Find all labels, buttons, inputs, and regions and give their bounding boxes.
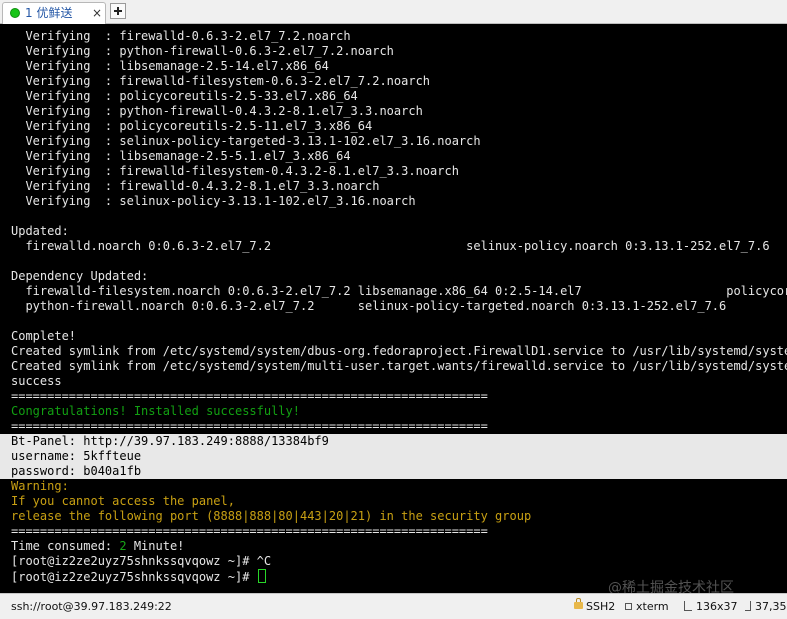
- terminal-text: Created symlink from /etc/systemd/system…: [11, 359, 787, 373]
- terminal-line: Verifying : policycoreutils-2.5-33.el7.x…: [0, 89, 787, 104]
- terminal-line: release the following port (8888|888|80|…: [0, 509, 787, 524]
- connection-string: ssh://root@39.97.183.249:22: [11, 600, 172, 613]
- terminal-line: Verifying : firewalld-filesystem-0.6.3-2…: [0, 74, 787, 89]
- terminal-text: Created symlink from /etc/systemd/system…: [11, 344, 787, 358]
- terminal-line: python-firewall.noarch 0:0.6.3-2.el7_7.2…: [0, 299, 787, 314]
- terminal-line: If you cannot access the panel,: [0, 494, 787, 509]
- cursor-position-label: 37,35: [755, 600, 787, 613]
- terminal-line: success: [0, 374, 787, 389]
- terminal-text: If you cannot access the panel,: [11, 494, 235, 508]
- terminal-line: username: 5kffteue: [0, 449, 787, 464]
- terminal-text: Verifying : firewalld-filesystem-0.4.3.2…: [11, 164, 459, 178]
- terminal-line: Bt-Panel: http://39.97.183.249:8888/1338…: [0, 434, 787, 449]
- connected-status-icon: [10, 8, 20, 18]
- terminal-text: firewalld-filesystem.noarch 0:0.6.3-2.el…: [25, 284, 787, 298]
- terminal-text: Verifying : firewalld-0.4.3.2-8.1.el7_3.…: [11, 179, 380, 193]
- terminal-text: Bt-Panel: http://39.97.183.249:8888/1338…: [11, 434, 329, 448]
- resize-icon: [684, 601, 692, 611]
- tab-session[interactable]: 1 优鲜送 ×: [2, 2, 106, 24]
- terminal-text: Verifying : policycoreutils-2.5-11.el7_3…: [11, 119, 373, 133]
- terminal-type-label: xterm: [636, 600, 669, 613]
- status-bar: ssh://root@39.97.183.249:22 SSH2 xterm 1…: [0, 593, 787, 619]
- close-icon[interactable]: ×: [91, 5, 103, 21]
- terminal-size-label: 136x37: [696, 600, 738, 613]
- terminal-text: Warning:: [11, 479, 69, 493]
- terminal-line: Updated:: [0, 224, 787, 239]
- terminal-line: firewalld.noarch 0:0.6.3-2.el7_7.2 selin…: [0, 239, 787, 254]
- protocol-label: SSH2: [586, 600, 616, 613]
- terminal-line: Dependency Updated:: [0, 269, 787, 284]
- terminal-output[interactable]: Verifying : firewalld-0.6.3-2.el7_7.2.no…: [0, 24, 787, 593]
- cursor-position-icon: [745, 601, 751, 611]
- terminal-text: Dependency Updated:: [11, 269, 149, 283]
- terminal-line: Time consumed: 2 Minute!: [0, 539, 787, 554]
- terminal-line: Verifying : policycoreutils-2.5-11.el7_3…: [0, 119, 787, 134]
- terminal-text: success: [11, 374, 62, 388]
- terminal-text: [root@iz2ze2uyz75shnkssqvqowz ~]#: [11, 570, 257, 584]
- terminal-text: python-firewall.noarch 0:0.6.3-2.el7_7.2…: [11, 299, 727, 313]
- terminal-line: Warning:: [0, 479, 787, 494]
- terminal-text: ========================================…: [11, 389, 488, 403]
- tab-bar: 1 优鲜送 ×: [0, 0, 787, 24]
- terminal-text: Verifying : libsemanage-2.5-5.1.el7_3.x8…: [11, 149, 351, 163]
- terminal-line: Created symlink from /etc/systemd/system…: [0, 359, 787, 374]
- terminal-line: Verifying : libsemanage-2.5-5.1.el7_3.x8…: [0, 149, 787, 164]
- terminal-line: Verifying : firewalld-0.4.3.2-8.1.el7_3.…: [0, 179, 787, 194]
- terminal-text: Verifying : firewalld-0.6.3-2.el7_7.2.no…: [11, 29, 351, 43]
- terminal-line: Verifying : firewalld-0.6.3-2.el7_7.2.no…: [0, 29, 787, 44]
- terminal-line: Verifying : libsemanage-2.5-14.el7.x86_6…: [0, 59, 787, 74]
- terminal-text: release the following port (8888|888|80|…: [11, 509, 532, 523]
- terminal-window: 1 优鲜送 × Verifying : firewalld-0.6.3-2.el…: [0, 0, 787, 619]
- terminal-line: Created symlink from /etc/systemd/system…: [0, 344, 787, 359]
- terminal-line: Verifying : python-firewall-0.6.3-2.el7_…: [0, 44, 787, 59]
- terminal-text: Verifying : python-firewall-0.4.3.2-8.1.…: [11, 104, 423, 118]
- terminal-line: Verifying : selinux-policy-targeted-3.13…: [0, 134, 787, 149]
- terminal-type-icon: [625, 603, 632, 610]
- terminal-text: Verifying : firewalld-filesystem-0.6.3-2…: [11, 74, 431, 88]
- terminal-text: Verifying : policycoreutils-2.5-33.el7.x…: [11, 89, 358, 103]
- terminal-line: Complete!: [0, 329, 787, 344]
- terminal-text: username: 5kffteue: [11, 449, 142, 463]
- terminal-line: Verifying : python-firewall-0.4.3.2-8.1.…: [0, 104, 787, 119]
- terminal-text: Time consumed:: [11, 539, 120, 553]
- terminal-line: Verifying : selinux-policy-3.13.1-102.el…: [0, 194, 787, 209]
- terminal-line: [root@iz2ze2uyz75shnkssqvqowz ~]# ^C: [0, 554, 787, 569]
- terminal-text: Verifying : selinux-policy-3.13.1-102.el…: [11, 194, 416, 208]
- terminal-text: Updated:: [11, 224, 69, 238]
- terminal-line: password: b040a1fb: [0, 464, 787, 479]
- tab-label: 1 优鲜送: [25, 6, 73, 20]
- terminal-text: Verifying : libsemanage-2.5-14.el7.x86_6…: [11, 59, 329, 73]
- terminal-text: Verifying : python-firewall-0.6.3-2.el7_…: [11, 44, 394, 58]
- new-tab-button[interactable]: [110, 3, 126, 19]
- terminal-line: firewalld-filesystem.noarch 0:0.6.3-2.el…: [0, 284, 787, 299]
- terminal-line: ========================================…: [0, 389, 787, 404]
- lock-icon: [574, 598, 583, 609]
- terminal-line: ========================================…: [0, 419, 787, 434]
- terminal-text: 2: [119, 539, 127, 553]
- terminal-line: Congratulations! Installed successfully!: [0, 404, 787, 419]
- terminal-text: Complete!: [11, 329, 77, 343]
- terminal-line: Verifying : firewalld-filesystem-0.4.3.2…: [0, 164, 787, 179]
- terminal-text: [root@iz2ze2uyz75shnkssqvqowz ~]# ^C: [11, 554, 272, 568]
- terminal-line: ========================================…: [0, 524, 787, 539]
- terminal-text: Congratulations! Installed successfully!: [11, 404, 300, 418]
- terminal-text: ========================================…: [11, 524, 488, 538]
- text-cursor: [257, 569, 266, 583]
- terminal-text: ========================================…: [11, 419, 488, 433]
- terminal-text: firewalld.noarch 0:0.6.3-2.el7_7.2 selin…: [11, 239, 770, 253]
- terminal-text: Minute!: [126, 539, 185, 553]
- terminal-text: password: b040a1fb: [11, 464, 142, 478]
- terminal-text: Verifying : selinux-policy-targeted-3.13…: [11, 134, 481, 148]
